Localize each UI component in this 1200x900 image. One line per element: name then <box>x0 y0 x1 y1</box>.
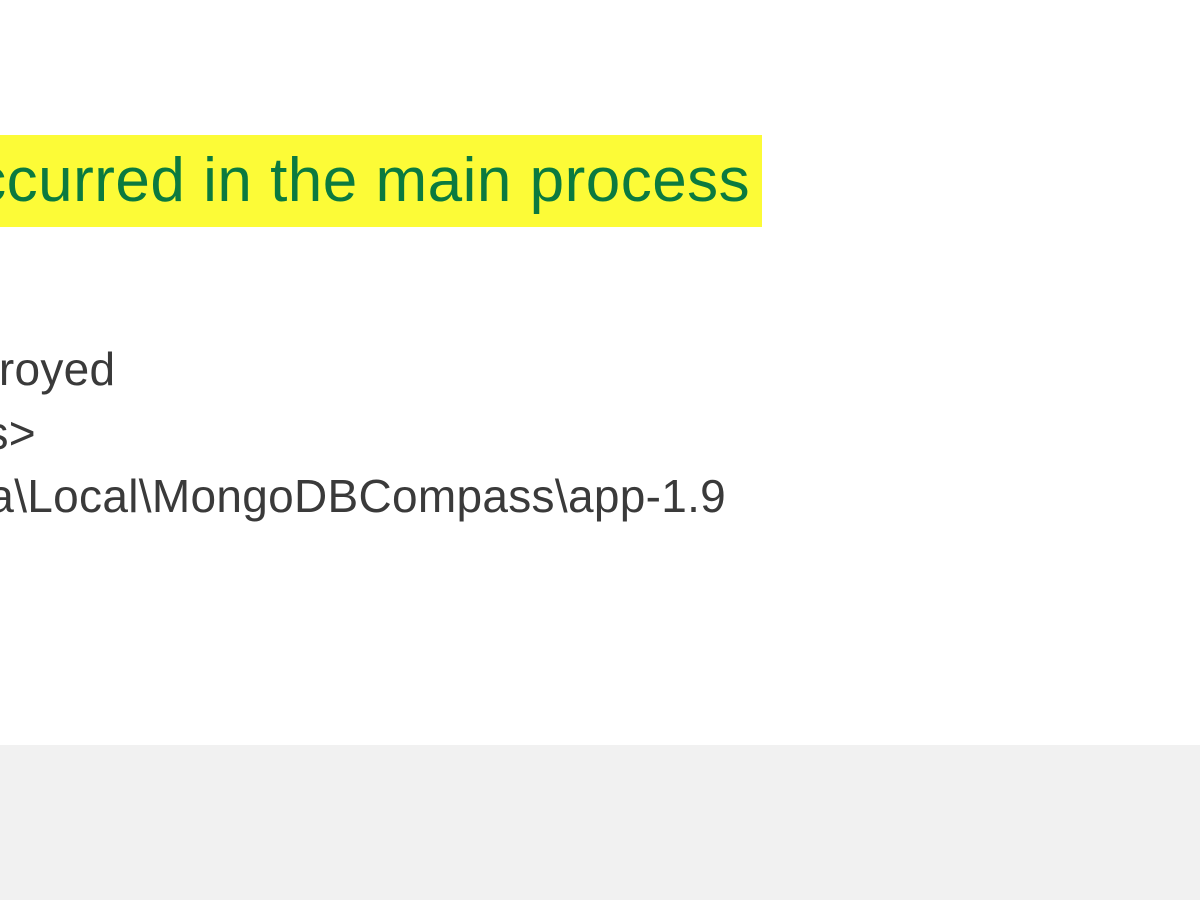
error-line-4-path: \AppData\Local\MongoDBCompass\app-1.9 <box>0 465 1200 528</box>
dialog-content: rror occurred in the main process n: een… <box>0 135 1200 529</box>
error-line-3: onymous> <box>0 402 1200 465</box>
dialog-footer-strip <box>0 745 1200 900</box>
error-title-text: rror occurred in the main process <box>0 135 762 227</box>
error-message-body: n: een destroyed onymous> \AppData\Local… <box>0 275 1200 529</box>
error-title-highlight: rror occurred in the main process <box>0 135 762 227</box>
error-line-2: een destroyed <box>0 338 1200 401</box>
error-line-1: n: <box>0 275 1200 338</box>
error-dialog: rror occurred in the main process n: een… <box>0 0 1200 900</box>
